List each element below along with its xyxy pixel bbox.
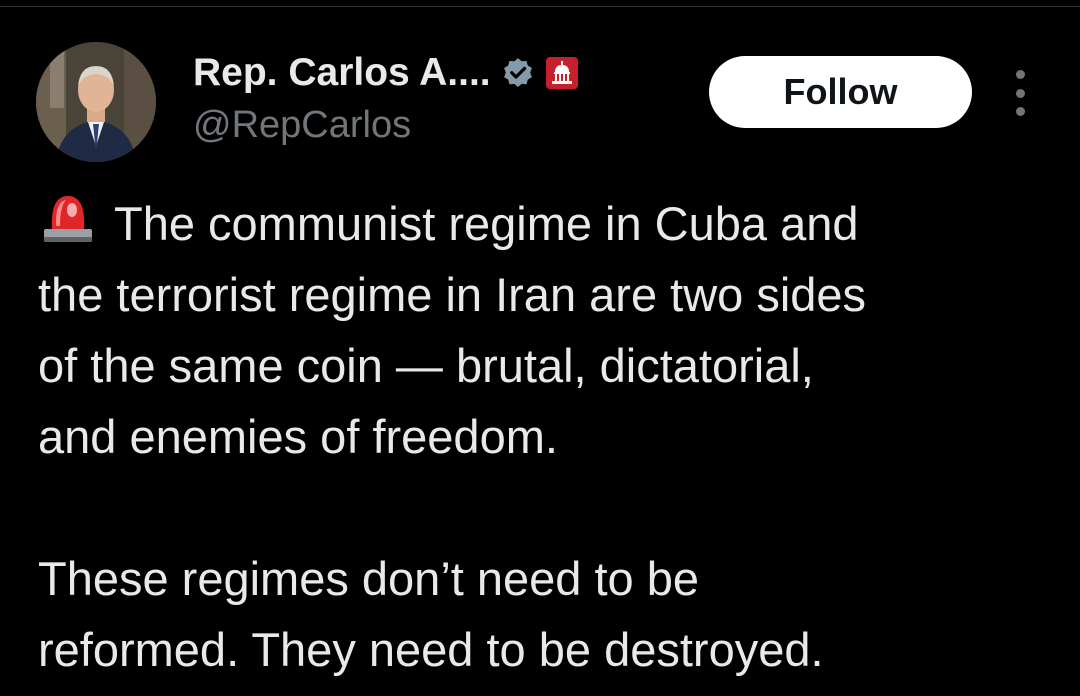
more-dot — [1015, 88, 1025, 98]
tweet-paragraph-1-text: The communist regime in Cuba and the ter… — [38, 197, 867, 463]
more-dot — [1015, 107, 1025, 116]
follow-button[interactable]: Follow — [709, 56, 972, 128]
more-dot — [1015, 70, 1025, 79]
verified-badge-icon[interactable] — [501, 56, 535, 90]
more-options-icon[interactable] — [1008, 70, 1032, 116]
author-handle[interactable]: @RepCarlos — [193, 104, 411, 147]
capitol-affiliation-icon[interactable] — [545, 56, 579, 90]
top-divider — [0, 6, 1080, 7]
tweet-paragraph-1: The communist regime in Cuba and the ter… — [38, 188, 1058, 472]
police-siren-icon — [38, 190, 98, 246]
tweet-paragraph-2: These regimes don’t need to be reformed.… — [38, 552, 824, 676]
author-name-row: Rep. Carlos A.... — [193, 50, 579, 96]
author-avatar[interactable] — [36, 42, 156, 162]
author-display-name[interactable]: Rep. Carlos A.... — [193, 51, 491, 95]
tweet-text: The communist regime in Cuba and the ter… — [38, 188, 1058, 685]
